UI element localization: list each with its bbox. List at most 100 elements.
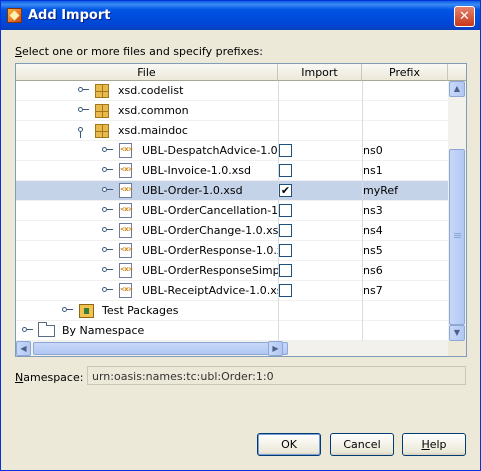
xsd-file-icon — [119, 143, 132, 158]
import-checkbox[interactable] — [279, 264, 292, 277]
tree-collapse-handle-icon[interactable] — [78, 127, 87, 138]
tree-node-row[interactable]: xsd.common — [16, 101, 448, 121]
column-divider — [278, 81, 279, 341]
prefix-value[interactable]: ns7 — [363, 284, 383, 297]
table-row[interactable]: UBL-DespatchAdvice-1.0.xsd ns0 — [16, 141, 448, 161]
table-row[interactable]: UBL-OrderChange-1.0.xsd ns4 — [16, 221, 448, 241]
file-cell: UBL-OrderCancellation-1.0.xsd — [16, 201, 278, 221]
tree-node-row[interactable]: xsd.codelist — [16, 81, 448, 101]
import-checkbox[interactable] — [279, 164, 292, 177]
xsd-file-icon — [119, 243, 132, 258]
file-cell: UBL-OrderResponseSimple-1.0.xsd — [16, 261, 278, 281]
tree-expand-handle-icon[interactable] — [102, 227, 113, 233]
scroll-left-button[interactable]: ◀ — [16, 341, 31, 356]
instruction-text: Select one or more files and specify pre… — [15, 45, 263, 58]
close-button[interactable]: ✕ — [454, 6, 475, 27]
app-icon — [7, 8, 22, 23]
column-header-prefix[interactable]: Prefix — [362, 64, 448, 81]
row-label: UBL-OrderResponseSimple-1.0.xsd — [142, 264, 278, 277]
horizontal-scroll-thumb[interactable] — [33, 342, 288, 355]
row-label: UBL-OrderChange-1.0.xsd — [142, 224, 278, 237]
package-icon — [95, 84, 109, 98]
import-checkbox[interactable] — [279, 204, 292, 217]
prefix-value[interactable]: ns0 — [363, 144, 383, 157]
row-label: UBL-DespatchAdvice-1.0.xsd — [142, 144, 278, 157]
prefix-value[interactable]: ns1 — [363, 164, 383, 177]
tree-expand-handle-icon[interactable] — [102, 147, 113, 153]
tree-expand-handle-icon[interactable] — [102, 207, 113, 213]
import-checkbox[interactable] — [279, 224, 292, 237]
title-bar[interactable]: Add Import ✕ — [1, 1, 480, 30]
row-label: Test Packages — [102, 304, 179, 317]
table-row[interactable]: UBL-OrderResponseSimple-1.0.xsd ns6 — [16, 261, 448, 281]
prefix-value[interactable]: ns3 — [363, 204, 383, 217]
scroll-right-button[interactable]: ▶ — [268, 341, 283, 356]
file-cell: xsd.common — [16, 101, 278, 121]
tree-expand-handle-icon[interactable] — [102, 267, 113, 273]
file-cell: UBL-OrderResponse-1.0.xsd — [16, 241, 278, 261]
tree-expand-handle-icon[interactable] — [62, 307, 73, 313]
table-body: xsd.codelist xsd.common xsd.maindoc UBL-Des… — [16, 81, 448, 341]
xsd-file-icon — [119, 183, 132, 198]
table-row[interactable]: UBL-ReceiptAdvice-1.0.xsd ns7 — [16, 281, 448, 301]
table-row[interactable]: UBL-Invoice-1.0.xsd ns1 — [16, 161, 448, 181]
ok-button[interactable]: OK — [257, 433, 321, 456]
import-checkbox[interactable] — [279, 144, 292, 157]
add-import-dialog: Add Import ✕ Select one or more files an… — [0, 0, 481, 471]
arrow-up-icon: ▲ — [453, 84, 461, 93]
file-cell: UBL-OrderChange-1.0.xsd — [16, 221, 278, 241]
prefix-value[interactable]: ns5 — [363, 244, 383, 257]
tree-node-row[interactable]: xsd.maindoc — [16, 121, 448, 141]
import-checkbox[interactable]: ✔ — [279, 184, 292, 197]
table-row[interactable]: UBL-OrderCancellation-1.0.xsd ns3 — [16, 201, 448, 221]
close-icon: ✕ — [459, 9, 470, 24]
row-label: UBL-ReceiptAdvice-1.0.xsd — [142, 284, 278, 297]
import-checkbox[interactable] — [279, 284, 292, 297]
column-header-file[interactable]: File — [16, 64, 278, 81]
tree-node-row[interactable]: Test Packages — [16, 301, 448, 321]
table-row[interactable]: UBL-OrderResponse-1.0.xsd ns5 — [16, 241, 448, 261]
row-label: By Namespace — [62, 324, 145, 337]
row-label: UBL-Invoice-1.0.xsd — [142, 164, 252, 177]
horizontal-scrollbar[interactable]: ◀ ▶ — [16, 341, 448, 356]
file-cell: xsd.codelist — [16, 81, 278, 101]
window-title: Add Import — [28, 8, 111, 23]
row-label: UBL-Order-1.0.xsd — [142, 184, 243, 197]
namespace-label: Namespace: — [15, 371, 84, 384]
column-header-import[interactable]: Import — [278, 64, 362, 81]
arrow-right-icon: ▶ — [272, 344, 279, 353]
import-checkbox[interactable] — [279, 244, 292, 257]
table-row[interactable]: UBL-Order-1.0.xsd ✔ myRef — [16, 181, 448, 201]
xsd-file-icon — [119, 223, 132, 238]
prefix-value[interactable]: ns4 — [363, 224, 383, 237]
column-divider — [362, 81, 363, 341]
row-label: UBL-OrderResponse-1.0.xsd — [142, 244, 278, 257]
vertical-scroll-thumb[interactable] — [449, 149, 465, 325]
tree-expand-handle-icon[interactable] — [102, 187, 113, 193]
tree-expand-handle-icon[interactable] — [22, 327, 33, 333]
namespace-field[interactable]: urn:oasis:names:tc:ubl:Order:1:0 — [87, 366, 466, 385]
scroll-up-button[interactable]: ▲ — [449, 81, 465, 97]
row-label: UBL-OrderCancellation-1.0.xsd — [142, 204, 278, 217]
prefix-value[interactable]: ns6 — [363, 264, 383, 277]
file-cell: UBL-Invoice-1.0.xsd — [16, 161, 278, 181]
tree-expand-handle-icon[interactable] — [102, 247, 113, 253]
prefix-value[interactable]: myRef — [363, 184, 398, 197]
test-package-icon — [79, 304, 94, 318]
file-table[interactable]: File Import Prefix xsd.codelist xsd.commo… — [15, 63, 467, 357]
help-button[interactable]: Help — [402, 433, 466, 456]
xsd-file-icon — [119, 263, 132, 278]
xsd-file-icon — [119, 203, 132, 218]
vertical-scrollbar[interactable]: ▲ ▼ — [448, 81, 466, 341]
tree-node-row[interactable]: By Namespace — [16, 321, 448, 341]
tree-expand-handle-icon[interactable] — [102, 287, 113, 293]
column-header-corner — [448, 64, 466, 81]
cancel-button[interactable]: Cancel — [330, 433, 394, 456]
file-cell: UBL-DespatchAdvice-1.0.xsd — [16, 141, 278, 161]
scroll-down-button[interactable]: ▼ — [449, 325, 465, 341]
file-cell: UBL-ReceiptAdvice-1.0.xsd — [16, 281, 278, 301]
tree-expand-handle-icon[interactable] — [78, 107, 89, 113]
row-label: xsd.codelist — [118, 84, 184, 97]
tree-expand-handle-icon[interactable] — [102, 167, 113, 173]
tree-expand-handle-icon[interactable] — [78, 87, 89, 93]
